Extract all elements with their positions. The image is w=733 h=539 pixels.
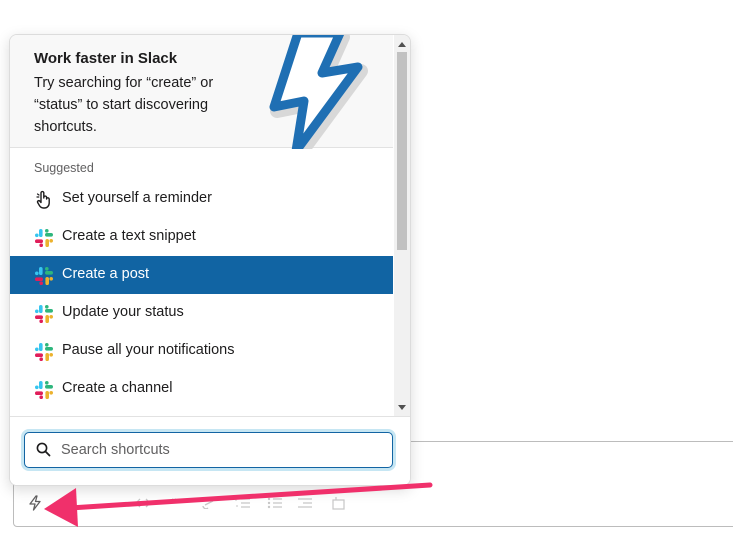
list-item-set-reminder[interactable]: Set yourself a reminder bbox=[10, 180, 393, 218]
slack-logo-icon bbox=[34, 228, 54, 248]
slack-logo-icon bbox=[34, 342, 54, 362]
list-item-create-post[interactable]: Create a post bbox=[10, 256, 393, 294]
scroll-up-arrow-icon[interactable] bbox=[394, 37, 410, 51]
suggested-list: Set yourself a reminder Create a text sn… bbox=[10, 180, 393, 408]
search-area bbox=[10, 416, 410, 485]
promo-title: Work faster in Slack bbox=[34, 50, 178, 67]
numbered-list-icon[interactable] bbox=[232, 492, 254, 514]
suggested-heading: Suggested bbox=[34, 161, 94, 175]
list-item-label: Pause all your notifications bbox=[62, 342, 235, 358]
svg-text:“: “ bbox=[170, 497, 177, 509]
promo-text: Try searching for “create” or “status” t… bbox=[34, 75, 214, 135]
slack-logo-icon bbox=[34, 304, 54, 324]
slack-logo-icon bbox=[34, 380, 54, 400]
quote-icon[interactable]: “ bbox=[166, 492, 188, 514]
shortcuts-popup: Work faster in Slack Try searching for “… bbox=[9, 34, 411, 486]
search-box[interactable] bbox=[24, 432, 393, 468]
indent-icon[interactable] bbox=[294, 492, 316, 514]
search-icon bbox=[36, 442, 51, 462]
list-item-create-channel[interactable]: Create a channel bbox=[10, 370, 393, 408]
list-item-label: Create a text snippet bbox=[62, 228, 196, 244]
search-input[interactable] bbox=[61, 437, 381, 463]
promo-banner: Work faster in Slack Try searching for “… bbox=[10, 35, 393, 162]
list-item-label: Set yourself a reminder bbox=[62, 190, 212, 206]
scroll-down-arrow-icon[interactable] bbox=[394, 400, 410, 414]
shortcuts-lightning-icon[interactable] bbox=[24, 492, 46, 514]
list-item-label: Create a post bbox=[62, 266, 150, 282]
block-icon[interactable] bbox=[328, 492, 350, 514]
link-icon[interactable] bbox=[198, 492, 220, 514]
list-item-pause-notifications[interactable]: Pause all your notifications bbox=[10, 332, 393, 370]
lightning-bolt-icon bbox=[260, 35, 380, 162]
code-icon[interactable] bbox=[132, 492, 154, 514]
list-item-create-snippet[interactable]: Create a text snippet bbox=[10, 218, 393, 256]
scrollbar[interactable] bbox=[394, 35, 410, 416]
bulleted-list-icon[interactable] bbox=[264, 492, 286, 514]
hand-pointer-icon bbox=[34, 190, 54, 210]
scrollbar-thumb[interactable] bbox=[397, 52, 407, 250]
list-item-update-status[interactable]: Update your status bbox=[10, 294, 393, 332]
list-item-label: Create a channel bbox=[62, 380, 173, 396]
list-item-label: Update your status bbox=[62, 304, 184, 320]
slack-logo-icon bbox=[34, 266, 54, 286]
